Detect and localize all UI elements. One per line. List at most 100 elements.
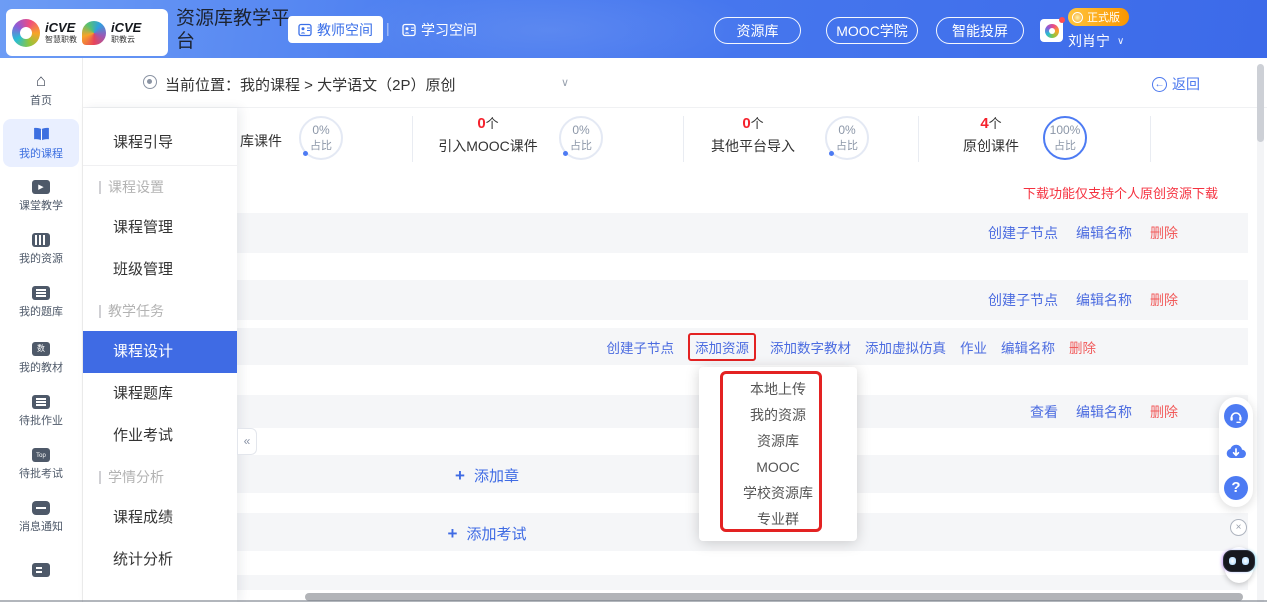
sidebar-item-my-question-bank[interactable]: 我的题库 — [3, 278, 79, 326]
smart-cast-button[interactable]: 智能投屏 — [936, 17, 1024, 44]
back-arrow-icon: ← — [1152, 77, 1167, 92]
help-icon[interactable]: ? — [1224, 476, 1248, 500]
student-space-label: 学习空间 — [421, 20, 477, 40]
stat-mooc-ring: 0% 占比 — [559, 116, 603, 160]
teacher-space-button[interactable]: 教师空间 — [288, 16, 383, 43]
menu-section-teaching-tasks: 教学任务 — [83, 291, 237, 331]
student-space-button[interactable]: 学习空间 — [402, 16, 477, 43]
message-bubble-icon — [32, 501, 50, 515]
robot-assistant-icon[interactable] — [1221, 541, 1257, 587]
dropdown-item-local-upload[interactable]: 本地上传 — [699, 376, 857, 402]
homework-list-icon — [32, 395, 50, 409]
question-bank-icon — [32, 286, 50, 300]
menu-section-course-settings: 课程设置 — [83, 167, 237, 207]
delete-link[interactable]: 删除 — [1069, 337, 1096, 357]
icve-zhihuizhijiao-logo-icon — [12, 19, 40, 47]
edit-name-link[interactable]: 编辑名称 — [1076, 290, 1132, 310]
sidebar-item-my-textbooks[interactable]: 我的教材 — [3, 334, 79, 382]
icve-zhijiaoyun-logo-icon — [82, 21, 106, 45]
menu-item-course-guide[interactable]: 课程引导 — [83, 122, 237, 164]
user-name: 刘肖宁 — [1068, 31, 1110, 51]
stat-mooc-courseware: 0个 引入MOOC课件 — [430, 113, 546, 156]
mooc-academy-button[interactable]: MOOC学院 — [826, 17, 918, 44]
exam-top-icon — [32, 448, 50, 462]
back-button[interactable]: ← 返回 — [1152, 74, 1200, 94]
menu-item-course-grades[interactable]: 课程成绩 — [83, 497, 237, 539]
dropdown-item-resource-library[interactable]: 资源库 — [699, 428, 857, 454]
homework-link[interactable]: 作业 — [960, 337, 987, 357]
panel-collapse-handle[interactable]: « — [237, 428, 257, 455]
logo2-subtitle: 职教云 — [111, 36, 141, 44]
mini-logo-icon — [1045, 24, 1059, 38]
sidebar-item-pending-homework[interactable]: 待批作业 — [3, 387, 79, 435]
home-icon: ⌂ — [36, 72, 46, 89]
add-digital-textbook-link[interactable]: 添加数字教材 — [770, 337, 851, 357]
close-icon[interactable]: × — [1230, 519, 1247, 536]
stat-other-ring: 0% 占比 — [825, 116, 869, 160]
resource-library-button[interactable]: 资源库 — [714, 17, 801, 44]
app-title: 资源库教学平台 — [176, 7, 292, 53]
delete-link[interactable]: 删除 — [1150, 290, 1178, 310]
podium-board-icon — [32, 563, 50, 577]
menu-item-statistics[interactable]: 统计分析 — [83, 539, 237, 581]
logo2-title: iCVE — [111, 21, 141, 34]
create-child-node-link[interactable]: 创建子节点 — [988, 290, 1058, 310]
menu-item-course-management[interactable]: 课程管理 — [83, 207, 237, 249]
id-card-icon — [298, 23, 312, 37]
version-badge-label: 正式版 — [1087, 9, 1120, 25]
vertical-scrollbar-thumb[interactable] — [1257, 64, 1264, 142]
menu-item-course-design[interactable]: 课程设计 — [83, 331, 237, 373]
tree-row: 创建子节点 添加资源 添加数字教材 添加虚拟仿真 作业 编辑名称 删除 — [150, 328, 1248, 365]
dropdown-item-major-group[interactable]: 专业群 — [699, 506, 857, 532]
menu-item-course-question-bank[interactable]: 课程题库 — [83, 373, 237, 415]
download-icon[interactable] — [1224, 440, 1248, 464]
sidebar-item-home[interactable]: ⌂ 首页 — [3, 66, 79, 114]
course-menu-panel: 课程引导 课程设置 课程管理 班级管理 教学任务 课程设计 课程题库 作业考试 … — [83, 108, 237, 602]
delete-link[interactable]: 删除 — [1150, 223, 1178, 243]
logo1-title: iCVE — [45, 21, 77, 34]
dropdown-item-my-resources[interactable]: 我的资源 — [699, 402, 857, 428]
medal-icon — [1072, 12, 1083, 23]
user-menu[interactable]: 刘肖宁 ∨ — [1068, 31, 1124, 51]
download-notice: 下载功能仅支持个人原创资源下载 — [1023, 183, 1218, 202]
menu-divider — [83, 165, 237, 166]
sidebar-item-classroom-teaching[interactable]: 课堂教学 — [3, 172, 79, 220]
sidebar-item-partial[interactable] — [3, 546, 79, 594]
dropdown-item-mooc[interactable]: MOOC — [699, 454, 857, 480]
stat-separator — [683, 116, 684, 162]
menu-item-class-management[interactable]: 班级管理 — [83, 249, 237, 291]
logo-card: iCVE 智慧职教 iCVE 职教云 — [6, 9, 168, 56]
customer-service-icon[interactable] — [1224, 404, 1248, 428]
sidebar-item-notifications[interactable]: 消息通知 — [3, 493, 79, 541]
stat-library-ring: 0% 占比 — [299, 116, 343, 160]
add-exam-button[interactable]: +添加考试 — [237, 523, 737, 544]
dropdown-item-school-library[interactable]: 学校资源库 — [699, 480, 857, 506]
digital-textbook-icon — [32, 342, 50, 356]
edit-name-link[interactable]: 编辑名称 — [1001, 337, 1055, 357]
delete-link[interactable]: 删除 — [1150, 402, 1178, 422]
app-grid-icon[interactable] — [1040, 19, 1063, 42]
menu-item-homework-exam[interactable]: 作业考试 — [83, 415, 237, 457]
edit-name-link[interactable]: 编辑名称 — [1076, 402, 1132, 422]
tree-row: 创建子节点 编辑名称 删除 — [150, 213, 1248, 253]
stat-separator — [412, 116, 413, 162]
tree-row-partial — [150, 575, 1248, 590]
add-chapter-button[interactable]: +添加章 — [237, 465, 737, 486]
create-child-node-link[interactable]: 创建子节点 — [607, 337, 675, 357]
logo1-subtitle: 智慧职教 — [45, 36, 77, 44]
back-label: 返回 — [1172, 74, 1200, 94]
add-virtual-simulation-link[interactable]: 添加虚拟仿真 — [865, 337, 946, 357]
sidebar-item-my-resources[interactable]: 我的资源 — [3, 225, 79, 273]
plus-icon: + — [448, 524, 458, 543]
video-play-icon — [32, 180, 50, 194]
stat-other-platform: 0个 其他平台导入 — [695, 113, 811, 156]
sidebar-item-my-courses[interactable]: 我的课程 — [3, 119, 79, 167]
create-child-node-link[interactable]: 创建子节点 — [988, 223, 1058, 243]
menu-section-learning-analysis: 学情分析 — [83, 457, 237, 497]
add-resource-link[interactable]: 添加资源 — [688, 333, 756, 361]
stat-separator — [1150, 116, 1151, 162]
sidebar-item-pending-exams[interactable]: 待批考试 — [3, 440, 79, 488]
view-link[interactable]: 查看 — [1030, 402, 1058, 422]
stat-library-courseware-label: 库课件 — [240, 131, 282, 151]
edit-name-link[interactable]: 编辑名称 — [1076, 223, 1132, 243]
